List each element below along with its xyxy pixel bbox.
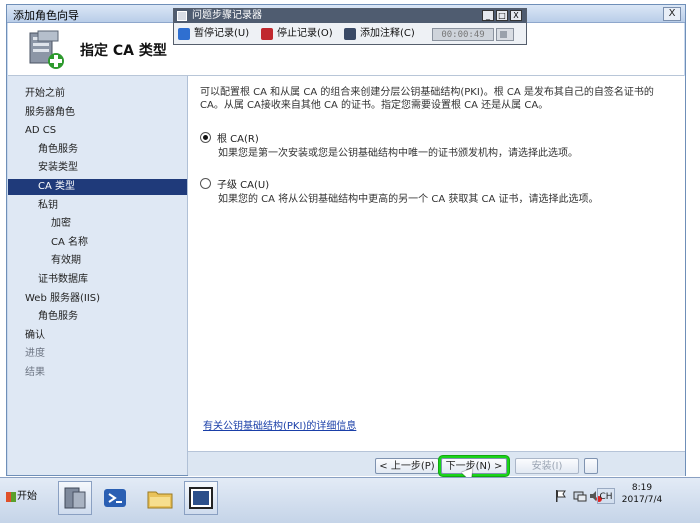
wizard-title: 添加角色向导 [13, 9, 79, 22]
nav-item[interactable]: 加密 [8, 216, 187, 232]
server-add-icon [29, 30, 64, 69]
nav-item[interactable]: 有效期 [8, 253, 187, 269]
taskbar-powershell[interactable] [98, 481, 132, 515]
nav-item[interactable]: CA 名称 [8, 235, 187, 251]
minimize-button[interactable]: _ [482, 10, 494, 21]
steps-recorder-titlebar[interactable]: 问题步骤记录器 _ □ X [174, 9, 526, 23]
steps-recorder-app-icon [177, 11, 187, 21]
taskbar: 开始 CH 8:19 2017/7/4 [0, 477, 700, 523]
stop-record-label: 停止记录(O) [277, 28, 333, 39]
install-button[interactable]: 安装(I) [515, 458, 579, 474]
wizard-nav: 开始之前 服务器角色 AD CS 角色服务 安装类型 CA 类型 私钥 加密 CA 名称 有效期证… [8, 76, 188, 475]
nav-item[interactable]: 证书数据库 [8, 272, 187, 288]
nav-item[interactable]: CA 类型 [8, 179, 187, 195]
server-manager-icon [64, 487, 86, 509]
nav-item[interactable]: 私钥 [8, 198, 187, 214]
wizard-content: 可以配置根 CA 和从属 CA 的组合来创建分层公钥基础结构(PKI)。根 CA… [188, 76, 685, 451]
nav-item[interactable]: AD CS [8, 123, 187, 139]
root-ca-radio[interactable] [200, 132, 211, 143]
pki-help-link[interactable]: 有关公钥基础结构(PKI)的详细信息 [203, 417, 356, 432]
clock-date: 2017/7/4 [621, 495, 663, 505]
add-roles-wizard-window: 添加角色向导 X 指定 CA 类型 开始之前 服务器角色 AD CS 角色服务 安装类型… [6, 4, 686, 484]
subordinate-ca-radio[interactable] [200, 178, 211, 189]
nav-item[interactable]: 安装类型 [8, 160, 187, 176]
start-button[interactable]: 开始 [4, 486, 46, 508]
add-comment-button[interactable]: 添加注释(C) [343, 26, 415, 42]
stop-icon [261, 28, 273, 40]
start-label: 开始 [17, 491, 37, 502]
maximize-button[interactable]: □ [496, 10, 508, 21]
nav-item[interactable]: Web 服务器(IIS) [8, 291, 187, 307]
pause-record-label: 暂停记录(U) [194, 28, 250, 39]
explorer-folder-icon [147, 491, 173, 509]
steps-recorder-close-button[interactable]: X [510, 10, 522, 21]
action-center-flag-icon[interactable] [553, 489, 567, 503]
input-language-indicator[interactable]: CH [597, 488, 615, 504]
root-ca-description: 如果您是第一次安装或您是公钥基础结构中唯一的证书颁发机构，请选择此选项。 [218, 148, 578, 159]
nav-item[interactable]: 角色服务 [8, 142, 187, 158]
add-comment-label: 添加注释(C) [360, 28, 415, 39]
network-icon[interactable] [573, 489, 587, 503]
nav-item[interactable]: 开始之前 [8, 86, 187, 102]
steps-recorder-icon [189, 487, 213, 509]
cancel-button[interactable]: 取消 [584, 458, 598, 474]
steps-recorder-window: 问题步骤记录器 _ □ X 暂停记录(U) 停止记录(O) 添加注释(C) 00… [173, 8, 527, 45]
stop-record-button[interactable]: 停止记录(O) [260, 26, 333, 42]
root-ca-option[interactable]: 根 CA(R) [200, 130, 259, 145]
nav-item[interactable]: 角色服务 [8, 309, 187, 325]
subordinate-ca-description: 如果您的 CA 将从公钥基础结构中更高的另一个 CA 获取其 CA 证书，请选择… [218, 194, 599, 205]
pause-icon [178, 28, 190, 40]
wizard-footer: < 上一步(P) 下一步(N) > 安装(I) 取消 [188, 451, 685, 484]
subordinate-ca-option[interactable]: 子级 CA(U) [200, 176, 269, 191]
taskbar-explorer[interactable] [143, 481, 177, 515]
nav-item[interactable]: 确认 [8, 328, 187, 344]
clock-time: 8:19 [631, 483, 653, 493]
windows-logo-icon [6, 492, 16, 502]
window-close-button[interactable]: X [663, 7, 681, 21]
taskbar-steps-recorder[interactable] [184, 481, 218, 515]
taskbar-server-manager[interactable] [58, 481, 92, 515]
system-clock[interactable]: 8:19 2017/7/4 [617, 482, 667, 506]
ca-type-description: 可以配置根 CA 和从属 CA 的组合来创建分层公钥基础结构(PKI)。根 CA… [200, 87, 654, 111]
steps-recorder-title: 问题步骤记录器 [192, 10, 262, 21]
previous-button[interactable]: < 上一步(P) [375, 458, 439, 474]
pause-record-button[interactable]: 暂停记录(U) [177, 26, 249, 42]
nav-item[interactable]: 结果 [8, 365, 187, 381]
nav-item[interactable]: 服务器角色 [8, 105, 187, 121]
nav-item[interactable]: 进度 [8, 346, 187, 362]
comment-icon [344, 28, 356, 40]
page-title: 指定 CA 类型 [80, 43, 167, 59]
powershell-icon [104, 489, 126, 507]
timer-dropdown-button[interactable] [496, 28, 514, 41]
record-timer: 00:00:49 [432, 28, 494, 41]
